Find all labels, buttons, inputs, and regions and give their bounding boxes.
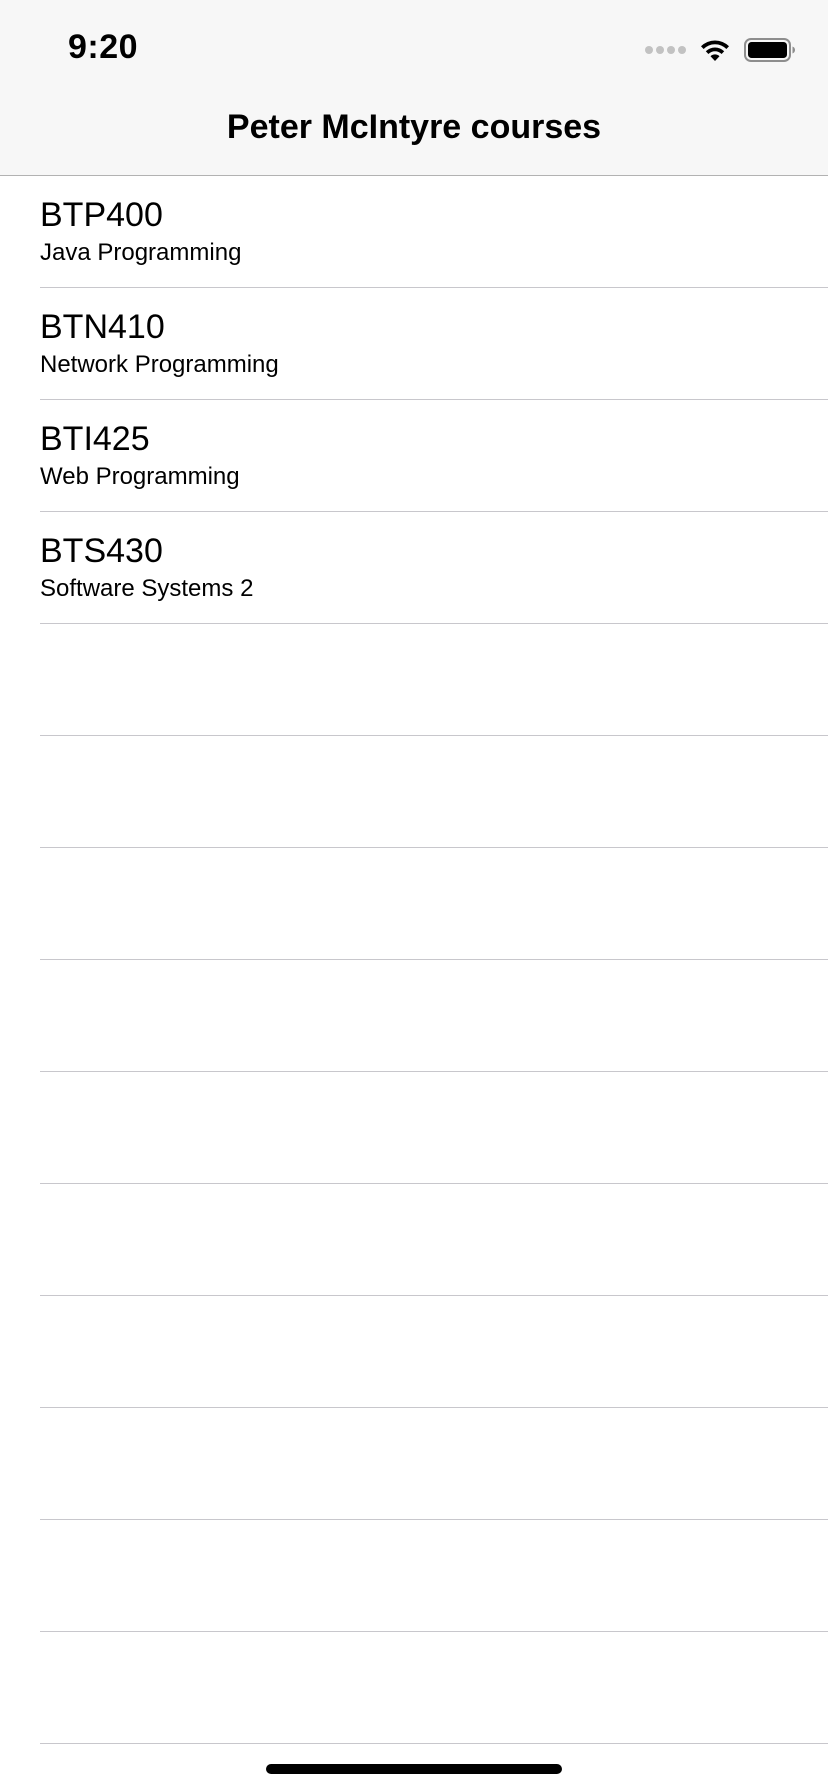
empty-row	[0, 1632, 828, 1744]
home-indicator[interactable]	[266, 1764, 562, 1774]
course-code: BTI425	[40, 420, 150, 458]
course-row[interactable]: BTI425 Web Programming	[0, 400, 828, 512]
empty-row	[0, 1072, 828, 1184]
empty-row	[0, 1520, 828, 1632]
empty-row	[0, 848, 828, 960]
empty-row	[0, 1408, 828, 1520]
status-icons	[645, 34, 796, 66]
course-code: BTN410	[40, 308, 165, 346]
empty-row	[0, 1184, 828, 1296]
empty-row	[0, 624, 828, 736]
navigation-bar: 9:20 Peter McIntyre courses	[0, 0, 828, 176]
course-list: BTP400 Java Programming BTN410 Network P…	[0, 176, 828, 1744]
course-row[interactable]: BTN410 Network Programming	[0, 288, 828, 400]
cellular-signal-icon	[645, 46, 686, 54]
empty-row	[0, 736, 828, 848]
course-code: BTS430	[40, 532, 163, 570]
course-name: Web Programming	[40, 463, 240, 490]
empty-row	[0, 960, 828, 1072]
course-row[interactable]: BTP400 Java Programming	[0, 176, 828, 288]
course-name: Java Programming	[40, 239, 242, 266]
course-code: BTP400	[40, 196, 163, 234]
battery-icon	[744, 37, 796, 63]
status-time: 9:20	[68, 28, 139, 66]
page-title: Peter McIntyre courses	[226, 108, 602, 146]
wifi-icon	[698, 37, 732, 63]
course-name: Network Programming	[40, 351, 279, 378]
course-name: Software Systems 2	[40, 575, 254, 602]
course-row[interactable]: BTS430 Software Systems 2	[0, 512, 828, 624]
empty-row	[0, 1296, 828, 1408]
